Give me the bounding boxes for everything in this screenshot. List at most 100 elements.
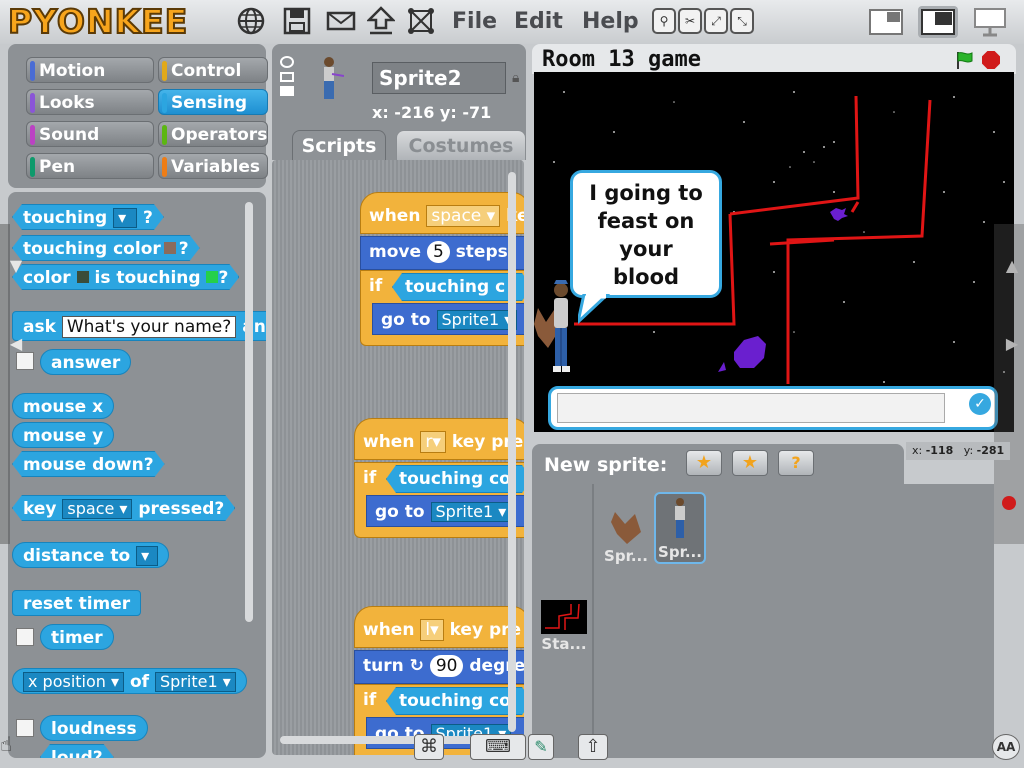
tab-scripts[interactable]: Scripts [292, 130, 386, 160]
timer-checkbox[interactable] [16, 628, 34, 646]
turn-degrees-block[interactable]: turn ↻ 90 degre [354, 650, 524, 684]
when-key-hat-3[interactable]: when l▾ key pre [354, 606, 524, 648]
save-icon[interactable] [282, 6, 312, 36]
stage-thumb-label: Sta... [541, 635, 587, 653]
scripts-vscrollbar[interactable] [508, 172, 516, 732]
loud-block[interactable]: loud? [40, 744, 114, 758]
degrees-input[interactable]: 90 [429, 655, 464, 677]
category-operators[interactable]: Operators [158, 121, 268, 147]
category-sensing[interactable]: Sensing [158, 89, 268, 115]
menu-file[interactable]: File [452, 7, 497, 37]
keyboard-icon[interactable]: ⌨ [470, 734, 526, 760]
sprite-library: Spr... Spr... Sta... [532, 484, 994, 758]
category-variables[interactable]: Variables [158, 153, 268, 179]
goto-block-1[interactable]: go to Sprite1 ▾ [372, 303, 524, 335]
shrink-icon[interactable]: ⤡ [730, 8, 754, 34]
x-position-of-block[interactable]: x position ▾ of Sprite1 ▾ [12, 668, 247, 694]
stage[interactable]: I going to feast on your blood ✓ [534, 72, 1014, 432]
app-logo: PYONKEE [7, 1, 189, 42]
answer-block[interactable]: answer [40, 349, 132, 375]
rotate-icon[interactable] [280, 56, 294, 68]
upload-icon[interactable] [366, 6, 396, 36]
speech-bubble-tail [578, 294, 611, 324]
sprite-name-field[interactable]: Sprite2 [372, 62, 506, 94]
touching-condition-1[interactable]: touching c [392, 273, 524, 301]
mail-icon[interactable] [326, 6, 356, 36]
command-key-icon[interactable]: ⌘ [414, 734, 444, 760]
goto-block-2[interactable]: go to Sprite1 ▾ [366, 495, 524, 527]
category-pen[interactable]: Pen [26, 153, 154, 179]
distance-to-block[interactable]: distance to ▾ [12, 542, 170, 568]
stage-thumb-icon [541, 600, 587, 634]
green-flag-icon[interactable] [954, 50, 974, 70]
answer-submit-icon[interactable]: ✓ [969, 393, 991, 415]
paint-sprite-icon[interactable]: ★ [686, 450, 722, 476]
color-touching-block[interactable]: color is touching ? [12, 264, 239, 290]
record-dot-icon[interactable] [1002, 496, 1016, 510]
answer-input[interactable] [557, 393, 945, 423]
touching-condition-3[interactable]: touching col [386, 687, 524, 715]
sprite-thumb-bat[interactable]: Spr... [600, 494, 652, 566]
speech-line-1: I going to [589, 181, 703, 205]
mouse-down-block[interactable]: mouse down? [12, 451, 165, 477]
category-motion[interactable]: Motion [26, 57, 154, 83]
steps-input[interactable]: 5 [426, 241, 450, 263]
category-pen-label: Pen [39, 157, 76, 177]
left-arrow-icon[interactable]: ◀ [4, 330, 28, 356]
choose-sprite-icon[interactable]: ★ [732, 450, 768, 476]
pointer-hand-icon[interactable]: ☝ [0, 732, 22, 758]
menu-help[interactable]: Help [582, 7, 639, 37]
grow-icon[interactable]: ⤢ [704, 8, 728, 34]
when-key-hat-2[interactable]: when r▾ key pre [354, 418, 524, 460]
menu-edit[interactable]: Edit [514, 7, 563, 37]
category-sound-label: Sound [39, 125, 100, 145]
sprite-thumb-boy[interactable]: Spr... [654, 492, 706, 564]
when-key-hat-1[interactable]: when space ▾ ke [360, 192, 524, 234]
ask-input[interactable]: What's your name? [61, 316, 237, 338]
presentation-mode-icon[interactable] [970, 6, 1010, 38]
rotation-style-icons[interactable] [280, 56, 296, 104]
no-rotate-icon[interactable] [280, 86, 294, 96]
scissors-icon[interactable]: ✂ [678, 8, 702, 34]
bat-thumb-icon [611, 512, 641, 544]
reset-timer-block[interactable]: reset timer [12, 590, 142, 616]
stop-icon[interactable] [982, 51, 1000, 69]
boy-thumb-icon [675, 498, 685, 538]
tab-costumes[interactable]: Costumes [396, 130, 526, 160]
palette-scrollbar[interactable] [245, 202, 253, 622]
flip-icon[interactable] [280, 72, 294, 82]
category-sound[interactable]: Sound [26, 121, 154, 147]
timer-block[interactable]: timer [40, 624, 114, 650]
new-sprite-label: New sprite: [544, 454, 668, 476]
scripts-hscrollbar[interactable] [280, 736, 500, 744]
surprise-sprite-icon[interactable]: ? [778, 450, 814, 476]
touching-condition-2[interactable]: touching col [386, 465, 524, 493]
category-panel: Motion Control Looks Sensing Sound Opera… [8, 44, 268, 188]
small-stage-layout-icon[interactable] [866, 6, 906, 38]
network-icon[interactable] [406, 6, 436, 36]
normal-layout-icon[interactable] [918, 6, 958, 38]
loudness-block[interactable]: loudness [40, 715, 148, 741]
ask-block[interactable]: ask What's your name? an [12, 311, 266, 341]
sprite-thumb-bat-label: Spr... [604, 547, 648, 565]
mouse-y-block[interactable]: mouse y [12, 422, 115, 448]
globe-icon[interactable] [236, 6, 266, 36]
new-sprite-bar: New sprite: ★ ★ ? [532, 444, 904, 484]
category-looks[interactable]: Looks [26, 89, 154, 115]
left-down-arrow-icon[interactable]: ▼ [4, 252, 28, 278]
stage-thumb[interactable]: Sta... [538, 592, 590, 654]
move-steps-block[interactable]: move 5 steps [360, 236, 524, 270]
category-control[interactable]: Control [158, 57, 268, 83]
pencil-icon[interactable]: ✎ [528, 734, 554, 760]
touching-block[interactable]: touching ▾ ? [12, 204, 164, 230]
sprite-header: Sprite2 🔒︎ x: -216 y: -71 Scripts Costum… [272, 44, 526, 160]
scripts-area[interactable]: when space ▾ ke move 5 steps if touching… [272, 160, 524, 755]
touching-color-block[interactable]: touching color? [12, 235, 200, 261]
text-size-icon[interactable]: AA [992, 734, 1020, 760]
stamp-icon[interactable]: ⚲ [652, 8, 676, 34]
lock-icon[interactable]: 🔒︎ [512, 70, 519, 86]
ask-answer-box: ✓ [548, 386, 998, 430]
mouse-x-block[interactable]: mouse x [12, 393, 115, 419]
shift-arrow-icon[interactable]: ⇧ [578, 734, 608, 760]
key-pressed-block[interactable]: key space ▾ pressed? [12, 495, 235, 521]
